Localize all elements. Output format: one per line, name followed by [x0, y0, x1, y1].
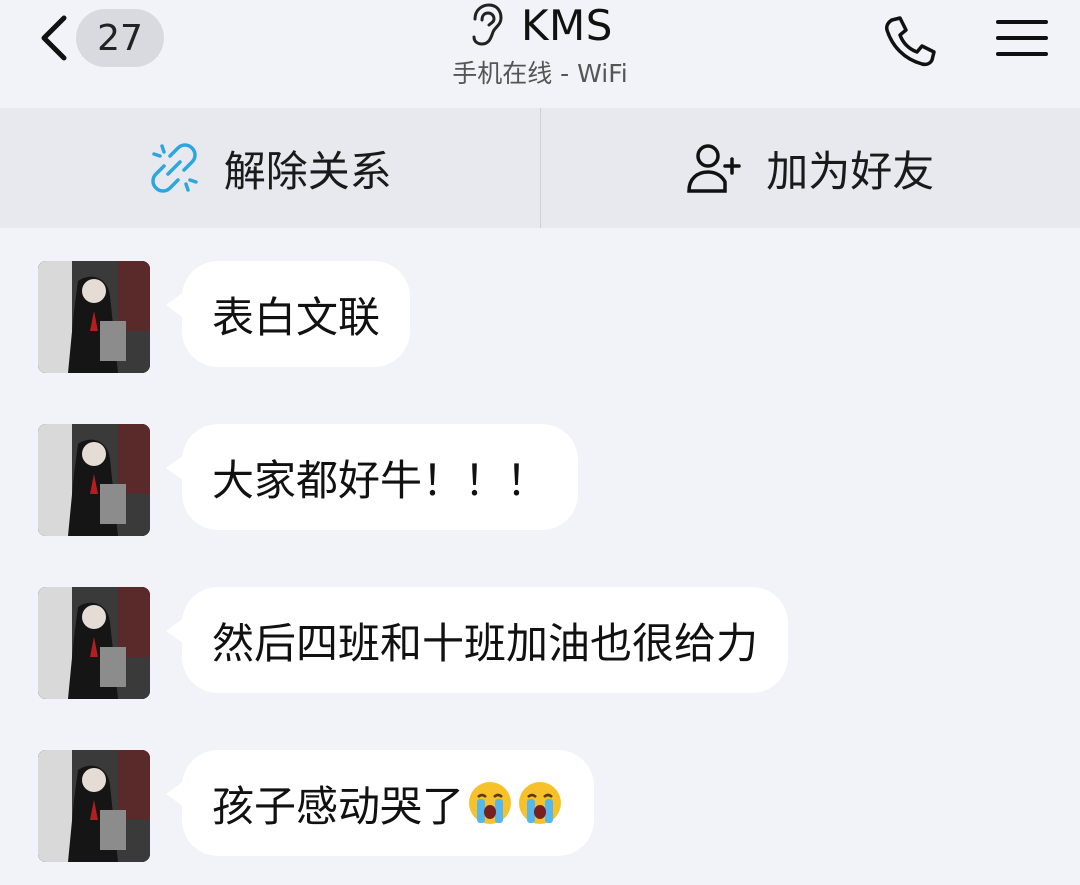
message-text: 然后四班和十班加油也很给力	[212, 618, 759, 668]
message-bubble[interactable]: 表白文联	[165, 261, 411, 367]
chat-title: KMS	[521, 0, 613, 50]
message-row: 孩子感动哭了	[0, 717, 1080, 862]
avatar[interactable]	[38, 587, 150, 699]
avatar[interactable]	[38, 750, 150, 862]
message-row: 然后四班和十班加油也很给力	[0, 554, 1080, 699]
crying-face-icon	[469, 782, 512, 824]
message-text: 孩子感动哭了	[212, 781, 465, 831]
top-bar: 27 KMS 手机在线 - WiFi	[0, 0, 1080, 108]
unlink-relationship-button[interactable]: 解除关系	[0, 108, 540, 228]
relationship-action-bar: 解除关系 加为好友	[0, 108, 1080, 228]
message-bubble[interactable]: 然后四班和十班加油也很给力	[165, 587, 789, 693]
menu-icon[interactable]	[996, 16, 1048, 60]
add-user-icon	[687, 144, 741, 193]
message-text: 表白文联	[212, 292, 381, 342]
crying-face-icon	[519, 782, 562, 824]
message-row: 大家都好牛！！！	[0, 391, 1080, 536]
avatar[interactable]	[38, 261, 150, 373]
message-bubble[interactable]: 大家都好牛！！！	[165, 424, 579, 530]
message-bubble[interactable]: 孩子感动哭了	[165, 750, 595, 856]
unlink-label: 解除关系	[223, 146, 392, 196]
message-row: 表白文联	[0, 228, 1080, 373]
add-friend-button[interactable]: 加为好友	[541, 108, 1080, 228]
message-text: 大家都好牛！！！	[212, 455, 549, 505]
add-friend-label: 加为好友	[766, 146, 935, 196]
avatar[interactable]	[38, 424, 150, 536]
ear-icon[interactable]	[467, 3, 503, 47]
unlink-icon	[150, 143, 198, 193]
phone-call-icon[interactable]	[880, 12, 940, 68]
